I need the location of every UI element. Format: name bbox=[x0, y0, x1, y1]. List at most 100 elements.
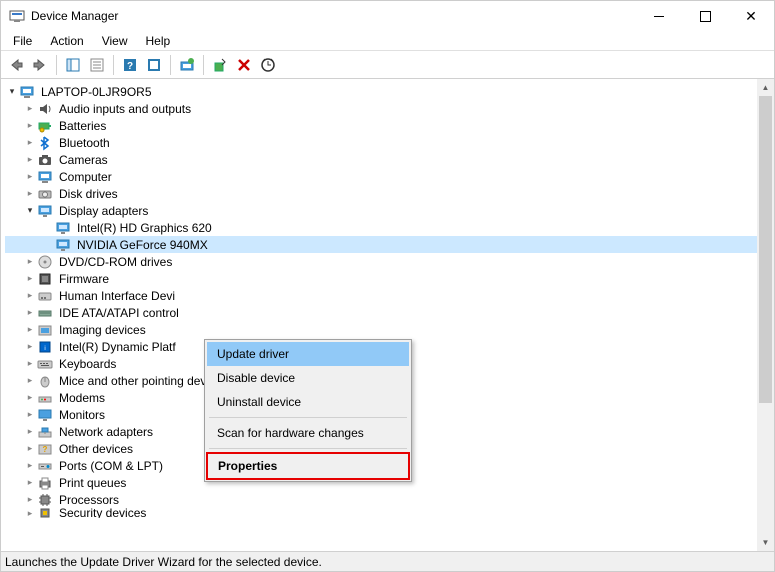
category-node[interactable]: ▸ IDE ATA/ATAPI control bbox=[5, 304, 757, 321]
show-hide-console-button[interactable] bbox=[62, 54, 84, 76]
expand-icon[interactable]: ▸ bbox=[23, 119, 37, 133]
node-label: NVIDIA GeForce 940MX bbox=[75, 238, 210, 252]
node-label: Human Interface Devi bbox=[57, 289, 177, 303]
menu-action[interactable]: Action bbox=[42, 32, 91, 50]
context-menu-separator bbox=[209, 448, 407, 449]
node-label: Firmware bbox=[57, 272, 111, 286]
expand-icon[interactable]: ▸ bbox=[23, 508, 37, 518]
port-icon bbox=[37, 458, 53, 474]
maximize-button[interactable] bbox=[682, 1, 728, 31]
statusbar: Launches the Update Driver Wizard for th… bbox=[1, 551, 774, 571]
category-node[interactable]: ▸ Human Interface Devi bbox=[5, 287, 757, 304]
context-menu-item[interactable]: Properties bbox=[208, 454, 408, 478]
scroll-thumb[interactable] bbox=[759, 96, 772, 403]
category-node[interactable]: ▸ Security devices bbox=[5, 508, 757, 518]
category-node[interactable]: ▸ Disk drives bbox=[5, 185, 757, 202]
category-node[interactable]: ▸Imaging devices bbox=[5, 321, 757, 338]
highlight-box: Properties bbox=[206, 452, 410, 480]
node-label: Batteries bbox=[57, 119, 108, 133]
collapse-icon[interactable]: ▾ bbox=[5, 85, 19, 99]
expand-icon[interactable]: ▸ bbox=[23, 323, 37, 337]
display-icon bbox=[55, 220, 71, 236]
expander-blank bbox=[41, 221, 55, 235]
category-node[interactable]: ▾ Display adapters bbox=[5, 202, 757, 219]
expand-icon[interactable]: ▸ bbox=[23, 357, 37, 371]
expand-icon[interactable]: ▸ bbox=[23, 408, 37, 422]
category-node[interactable]: ▸ Computer bbox=[5, 168, 757, 185]
update-driver-button[interactable] bbox=[176, 54, 198, 76]
context-menu-item[interactable]: Update driver bbox=[207, 342, 409, 366]
expand-icon[interactable]: ▸ bbox=[23, 272, 37, 286]
expand-icon[interactable]: ▸ bbox=[23, 136, 37, 150]
node-label: Disk drives bbox=[57, 187, 120, 201]
node-label: Intel(R) HD Graphics 620 bbox=[75, 221, 214, 235]
node-label: Intel(R) Dynamic Platf bbox=[57, 340, 178, 354]
scroll-down-button[interactable]: ▼ bbox=[757, 534, 774, 551]
node-label: Audio inputs and outputs bbox=[57, 102, 193, 116]
forward-button[interactable] bbox=[29, 54, 51, 76]
minimize-button[interactable] bbox=[636, 1, 682, 31]
context-menu-item[interactable]: Disable device bbox=[207, 366, 409, 390]
menu-help[interactable]: Help bbox=[138, 32, 179, 50]
back-button[interactable] bbox=[5, 54, 27, 76]
category-node[interactable]: ▸ Cameras bbox=[5, 151, 757, 168]
expand-icon[interactable]: ▸ bbox=[23, 187, 37, 201]
expand-icon[interactable]: ▸ bbox=[23, 476, 37, 490]
properties-button[interactable] bbox=[86, 54, 108, 76]
scan-hardware-button[interactable] bbox=[257, 54, 279, 76]
expand-icon[interactable]: ▸ bbox=[23, 425, 37, 439]
uninstall-device-button[interactable] bbox=[233, 54, 255, 76]
menu-view[interactable]: View bbox=[94, 32, 136, 50]
node-label: Modems bbox=[57, 391, 107, 405]
expand-icon[interactable]: ▸ bbox=[23, 493, 37, 507]
expand-icon[interactable]: ▸ bbox=[23, 289, 37, 303]
dvd-icon bbox=[37, 254, 53, 270]
node-label: LAPTOP-0LJR9OR5 bbox=[39, 85, 154, 99]
expand-icon[interactable]: ▸ bbox=[23, 153, 37, 167]
context-menu-item[interactable]: Scan for hardware changes bbox=[207, 421, 409, 445]
bluetooth-icon bbox=[37, 135, 53, 151]
category-node[interactable]: ▸Bluetooth bbox=[5, 134, 757, 151]
expand-icon[interactable]: ▸ bbox=[23, 170, 37, 184]
menu-file[interactable]: File bbox=[5, 32, 40, 50]
device-node[interactable]: NVIDIA GeForce 940MX bbox=[5, 236, 757, 253]
scroll-up-button[interactable]: ▲ bbox=[757, 79, 774, 96]
node-label: Keyboards bbox=[57, 357, 118, 371]
toolbar: ? bbox=[1, 51, 774, 79]
enable-device-button[interactable] bbox=[209, 54, 231, 76]
context-menu: Update driverDisable deviceUninstall dev… bbox=[204, 339, 412, 482]
expand-icon[interactable]: ▸ bbox=[23, 391, 37, 405]
category-node[interactable]: ▸ Batteries bbox=[5, 117, 757, 134]
node-label: Cameras bbox=[57, 153, 110, 167]
monitor-icon bbox=[37, 407, 53, 423]
expand-icon[interactable]: ▸ bbox=[23, 442, 37, 456]
expand-icon[interactable]: ▸ bbox=[23, 374, 37, 388]
security-icon bbox=[37, 508, 53, 518]
node-label: Monitors bbox=[57, 408, 107, 422]
category-node[interactable]: ▸DVD/CD-ROM drives bbox=[5, 253, 757, 270]
node-label: Ports (COM & LPT) bbox=[57, 459, 165, 473]
display-icon bbox=[37, 203, 53, 219]
category-node[interactable]: ▸Processors bbox=[5, 491, 757, 508]
expand-icon[interactable]: ▸ bbox=[23, 340, 37, 354]
node-label: IDE ATA/ATAPI control bbox=[57, 306, 181, 320]
expand-icon[interactable]: ▸ bbox=[23, 102, 37, 116]
vertical-scrollbar[interactable]: ▲ ▼ bbox=[757, 79, 774, 551]
device-node[interactable]: Intel(R) HD Graphics 620 bbox=[5, 219, 757, 236]
scroll-track[interactable] bbox=[757, 96, 774, 534]
context-menu-item[interactable]: Uninstall device bbox=[207, 390, 409, 414]
close-button[interactable]: ✕ bbox=[728, 1, 774, 31]
disk-icon bbox=[37, 186, 53, 202]
category-node[interactable]: ▸ Audio inputs and outputs bbox=[5, 100, 757, 117]
category-node[interactable]: ▸ Firmware bbox=[5, 270, 757, 287]
node-label: Display adapters bbox=[57, 204, 150, 218]
action-button[interactable] bbox=[143, 54, 165, 76]
node-label: Computer bbox=[57, 170, 114, 184]
help-button[interactable]: ? bbox=[119, 54, 141, 76]
root-node[interactable]: ▾ LAPTOP-0LJR9OR5 bbox=[5, 83, 757, 100]
node-label: Security devices bbox=[57, 508, 148, 518]
collapse-icon[interactable]: ▾ bbox=[23, 204, 37, 218]
expand-icon[interactable]: ▸ bbox=[23, 459, 37, 473]
expand-icon[interactable]: ▸ bbox=[23, 255, 37, 269]
expand-icon[interactable]: ▸ bbox=[23, 306, 37, 320]
